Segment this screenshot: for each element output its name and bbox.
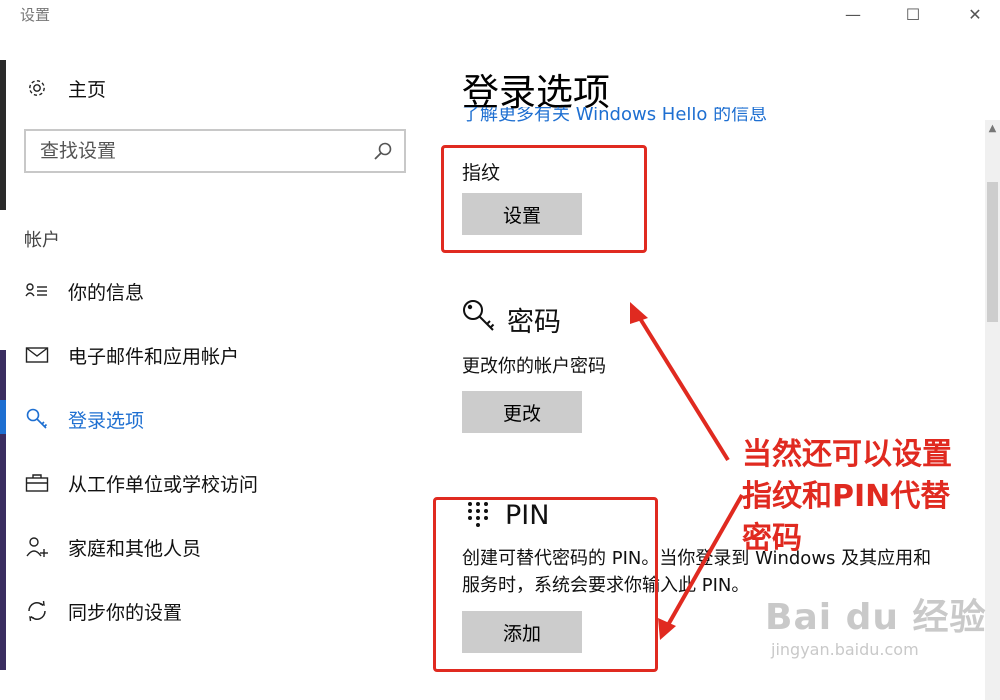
annotation-arrows (630, 302, 744, 640)
search-box[interactable] (24, 129, 406, 173)
sidebar-item-sync[interactable]: 同步你的设置 (24, 591, 182, 631)
sidebar-item-label: 从工作单位或学校访问 (68, 473, 259, 496)
key-icon (24, 406, 50, 432)
sidebar-item-label: 家庭和其他人员 (68, 537, 202, 560)
active-indicator (0, 400, 6, 434)
watermark-brand: Bai du 经验 (765, 597, 987, 638)
scrollbar-thumb[interactable] (987, 182, 998, 322)
gear-icon (24, 75, 50, 101)
person-list-icon (24, 278, 50, 304)
sidebar-item-work-school[interactable]: 从工作单位或学校访问 (24, 463, 258, 503)
annotation-box-fingerprint (441, 145, 647, 253)
window-title: 设置 (20, 6, 51, 24)
password-section-title: 密码 (507, 307, 561, 338)
sidebar-item-label: 登录选项 (68, 409, 145, 432)
nav-home[interactable]: 主页 (24, 68, 106, 108)
mail-icon (24, 342, 50, 368)
windows-hello-link-text[interactable]: 了解更多有关 Windows Hello 的信息 (462, 107, 922, 123)
briefcase-icon (24, 470, 50, 496)
password-desc: 更改你的帐户密码 (462, 356, 606, 377)
watermark-url: jingyan.baidu.com (771, 640, 919, 659)
annotation-line2: 指纹和PIN代替 (742, 479, 951, 514)
scroll-up-arrow[interactable]: ▲ (985, 120, 1000, 138)
sidebar-item-label: 电子邮件和应用帐户 (68, 345, 240, 368)
person-add-icon (24, 534, 50, 560)
annotation-line1: 当然还可以设置 (742, 437, 952, 472)
key-icon (461, 298, 497, 338)
close-button[interactable]: ✕ (960, 2, 990, 28)
sidebar-item-email[interactable]: 电子邮件和应用帐户 (24, 335, 239, 375)
maximize-button[interactable]: ☐ (898, 2, 928, 28)
password-change-button[interactable]: 更改 (462, 391, 582, 433)
annotation-line3: 密码 (742, 521, 802, 556)
watermark: Bai du 经验 jingyan.baidu.com (765, 588, 987, 659)
sidebar-item-label: 你的信息 (68, 281, 145, 304)
desktop-edge (0, 30, 6, 700)
sidebar-item-family[interactable]: 家庭和其他人员 (24, 527, 201, 567)
search-icon[interactable] (372, 140, 394, 166)
sync-icon (24, 598, 50, 624)
sidebar-item-sign-in-options[interactable]: 登录选项 (24, 399, 144, 439)
section-label-accounts: 帐户 (24, 230, 60, 251)
sidebar-item-label: 同步你的设置 (68, 601, 183, 624)
annotation-text: 当然还可以设置 指纹和PIN代替 密码 (742, 434, 952, 560)
minimize-button[interactable]: — (838, 2, 868, 28)
windows-hello-link[interactable]: 了解更多有关 Windows Hello 的信息 (462, 107, 922, 123)
search-input[interactable] (26, 131, 360, 171)
nav-home-label: 主页 (68, 78, 107, 101)
sidebar-item-your-info[interactable]: 你的信息 (24, 271, 144, 311)
